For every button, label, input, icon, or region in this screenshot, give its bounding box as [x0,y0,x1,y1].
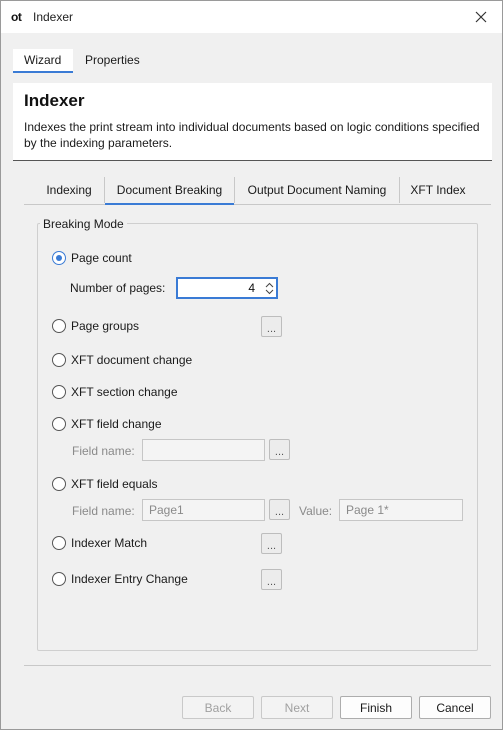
xft-document-change-radio[interactable]: XFT document change [52,353,192,367]
wizard-header: Indexer Indexes the print stream into in… [13,83,492,161]
radio-unselected-icon [52,477,66,491]
number-of-pages-stepper[interactable] [176,277,278,299]
xft-field-equals-radio[interactable]: XFT field equals [52,477,158,491]
xft-field-equals-label: XFT field equals [71,477,158,491]
tab-wizard-label: Wizard [24,53,62,67]
title-bar: ot Indexer [1,1,502,33]
tab-indexing[interactable]: Indexing [35,179,103,205]
page-title: Indexer [24,91,85,110]
finish-button[interactable]: Finish [340,696,412,719]
radio-unselected-icon [52,319,66,333]
close-button[interactable] [466,3,496,31]
field-equals-field-name-label: Field name: [72,504,135,518]
page-groups-browse-button[interactable]: ... [261,316,282,337]
tab-indexing-label: Indexing [46,183,92,197]
indexer-match-label: Indexer Match [71,536,148,550]
number-of-pages-input[interactable] [179,280,257,296]
indexer-match-browse-button[interactable]: ... [261,533,282,554]
sub-tab-bar: Indexing Document Breaking Output Docume… [24,175,491,205]
page-groups-label: Page groups [71,319,140,333]
tab-properties[interactable]: Properties [74,49,152,73]
page-description: Indexes the print stream into individual… [24,120,480,150]
next-button[interactable]: Next [261,696,333,719]
tab-document-breaking-label: Document Breaking [116,183,223,197]
page-count-radio[interactable]: Page count [52,251,132,265]
xft-field-change-radio[interactable]: XFT field change [52,417,162,431]
radio-unselected-icon [52,572,66,586]
breaking-mode-label: Breaking Mode [40,217,127,231]
indexer-dialog: ot Indexer Wizard Properties Indexer Ind… [0,0,503,730]
xft-field-change-label: XFT field change [71,417,162,431]
tab-divider [234,177,235,203]
tab-xft-index-label: XFT Index [410,183,466,197]
tab-xft-index[interactable]: XFT Index [403,179,473,205]
page-groups-radio[interactable]: Page groups [52,319,139,333]
field-change-field-name-label: Field name: [72,444,135,458]
page-count-label: Page count [71,251,132,265]
indexer-match-radio[interactable]: Indexer Match [52,536,147,550]
field-equals-field-name-input[interactable]: Page1 [142,499,265,521]
back-button[interactable]: Back [182,696,254,719]
close-icon [475,11,487,23]
window-title: Indexer [33,10,74,24]
number-of-pages-label: Number of pages: [70,281,166,295]
radio-unselected-icon [52,536,66,550]
radio-unselected-icon [52,417,66,431]
xft-section-change-label: XFT section change [71,385,178,399]
tab-properties-label: Properties [85,53,140,67]
field-change-browse-button[interactable]: ... [269,439,290,460]
tab-output-document-naming-label: Output Document Naming [247,183,387,197]
tab-divider [399,177,400,203]
tab-output-document-naming[interactable]: Output Document Naming [237,179,397,205]
chevron-up-icon[interactable] [265,282,274,288]
radio-selected-icon [52,251,66,265]
xft-section-change-radio[interactable]: XFT section change [52,385,178,399]
cancel-button[interactable]: Cancel [419,696,491,719]
indexer-entry-change-radio[interactable]: Indexer Entry Change [52,572,188,586]
indexer-entry-change-browse-button[interactable]: ... [261,569,282,590]
tab-document-breaking[interactable]: Document Breaking [105,179,234,205]
stepper-arrows[interactable] [261,279,277,297]
indexer-entry-change-label: Indexer Entry Change [71,572,188,586]
field-equals-browse-button[interactable]: ... [269,499,290,520]
tab-wizard[interactable]: Wizard [13,49,73,73]
radio-unselected-icon [52,385,66,399]
field-equals-value-label: Value: [299,504,333,518]
chevron-down-icon[interactable] [265,289,274,295]
field-change-field-name-input[interactable] [142,439,265,461]
footer-divider [24,665,491,666]
radio-unselected-icon [52,353,66,367]
top-tab-bar: Wizard Properties [1,33,502,75]
app-logo: ot [11,10,22,24]
field-equals-value-input[interactable]: Page 1* [339,499,463,521]
xft-document-change-label: XFT document change [71,353,193,367]
